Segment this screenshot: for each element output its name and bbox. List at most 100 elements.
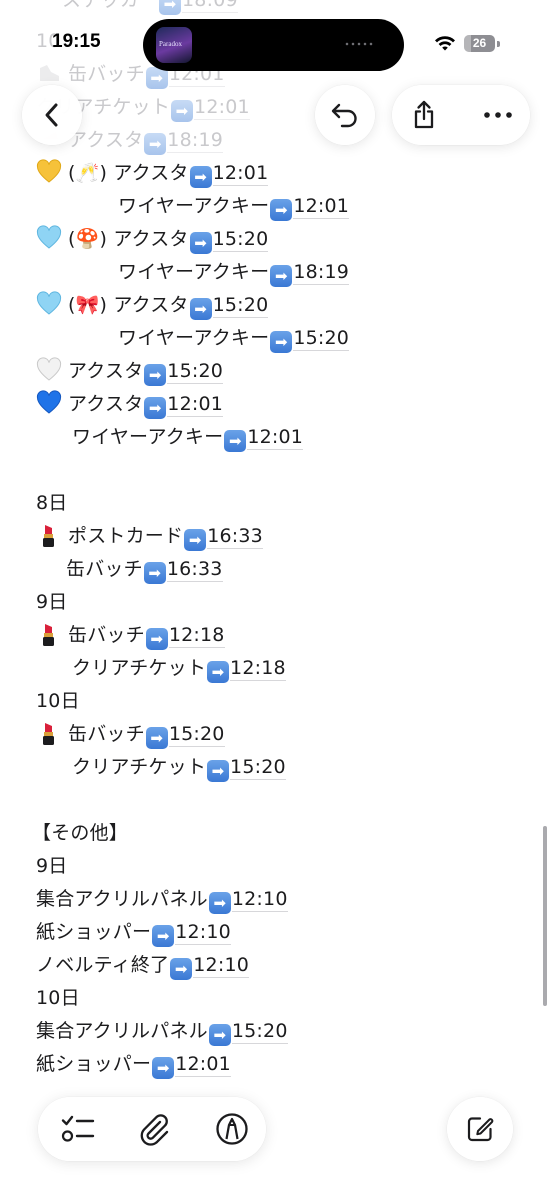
note-line-text: ワイヤーアクキー: [118, 195, 270, 217]
time-link[interactable]: 15:20: [293, 327, 350, 351]
white-heart-icon: [36, 357, 62, 383]
note-line[interactable]: 10日: [36, 982, 80, 1015]
time-link[interactable]: 15:20: [167, 360, 224, 384]
note-line[interactable]: アクスタ ➡ 15:20: [36, 355, 224, 388]
note-line[interactable]: (🎀) アクスタ ➡ 15:20: [36, 289, 269, 322]
note-line[interactable]: 缶バッチ ➡ 12:18: [36, 619, 225, 652]
battery-percentage: 26: [472, 36, 487, 50]
note-line[interactable]: クリアチケット ➡ 15:20: [72, 751, 286, 784]
note-line-text: 8日: [36, 492, 68, 514]
time-link[interactable]: 18:09: [182, 0, 238, 13]
right-arrow-icon: ➡: [207, 661, 230, 683]
right-arrow-icon: ➡: [184, 529, 207, 551]
time-link[interactable]: 12:01: [293, 195, 350, 219]
note-line-text: 紙ショッパー: [36, 921, 152, 943]
time-link[interactable]: 18:19: [167, 129, 224, 153]
top-action-group: [392, 85, 530, 145]
note-line[interactable]: 紙ショッパー ➡ 12:01: [36, 1048, 231, 1081]
note-line-text: ノベルティ終了: [36, 954, 170, 976]
note-line[interactable]: (🥂) アクスタ ➡ 12:01: [36, 157, 269, 190]
shoe-icon: [36, 60, 62, 86]
markup-button[interactable]: [200, 1097, 264, 1161]
time-link[interactable]: 12:10: [175, 921, 231, 945]
share-button[interactable]: [392, 85, 456, 145]
time-link[interactable]: 12:18: [168, 624, 225, 648]
time-link[interactable]: 12:01: [194, 96, 250, 120]
right-arrow-icon: ➡: [270, 265, 293, 287]
time-link[interactable]: 15:20: [230, 756, 286, 780]
note-line[interactable]: 9日: [36, 586, 68, 619]
note-line[interactable]: 紙ショッパー ➡ 12:10: [36, 916, 231, 949]
note-line[interactable]: 集合アクリルパネル ➡ 12:10: [36, 883, 288, 916]
compose-icon: [467, 1117, 494, 1142]
time-link[interactable]: 12:01: [175, 1053, 231, 1077]
note-line-text: 紙ショッパー: [36, 1053, 152, 1075]
note-line[interactable]: 8日: [36, 487, 68, 520]
note-line[interactable]: ワイヤーアクキー ➡ 12:01: [118, 190, 350, 223]
note-line[interactable]: クリアチケット ➡ 12:18: [72, 652, 286, 685]
lipstick-icon: [36, 522, 62, 548]
right-arrow-icon: ➡: [208, 892, 231, 914]
right-arrow-icon: ➡: [159, 0, 182, 15]
note-line[interactable]: 10日: [36, 685, 80, 718]
right-arrow-icon: ➡: [144, 364, 167, 386]
note-line-text: (🎀) アクスタ: [68, 294, 189, 316]
time-link[interactable]: 15:20: [212, 228, 269, 252]
right-arrow-icon: ➡: [170, 958, 193, 980]
time-link[interactable]: 12:01: [212, 162, 269, 186]
note-line[interactable]: 9日: [36, 850, 68, 883]
right-arrow-icon: ➡: [189, 166, 212, 188]
time-link[interactable]: 15:20: [231, 1020, 288, 1044]
note-line[interactable]: ノベルティ終了 ➡ 12:10: [36, 949, 250, 982]
time-link[interactable]: 12:01: [247, 426, 304, 450]
note-line[interactable]: ポストカード ➡ 16:33: [36, 520, 263, 553]
note-line[interactable]: 【その他】: [32, 817, 128, 850]
right-arrow-icon: ➡: [224, 430, 247, 452]
checklist-button[interactable]: [46, 1097, 110, 1161]
more-button[interactable]: [466, 85, 530, 145]
note-line[interactable]: 集合アクリルパネル ➡ 15:20: [36, 1015, 288, 1048]
note-line-text: 9日: [36, 591, 68, 613]
compose-button[interactable]: [447, 1097, 513, 1161]
note-line[interactable]: アクスタ ➡ 12:01: [36, 388, 224, 421]
checklist-icon: [61, 1115, 95, 1142]
time-link[interactable]: 15:20: [212, 294, 269, 318]
note-line[interactable]: 缶バッチ ➡ 16:33: [66, 553, 223, 586]
right-arrow-icon: ➡: [145, 628, 168, 650]
note-line[interactable]: ステッカー ➡ 18:09: [62, 0, 238, 17]
time-link[interactable]: 16:33: [207, 525, 263, 549]
note-line[interactable]: ワイヤーアクキー ➡ 12:01: [72, 421, 304, 454]
note-line-text: アクスタ: [68, 393, 144, 415]
note-line-text: アクスタ: [68, 129, 144, 151]
time-link[interactable]: 15:20: [168, 723, 225, 747]
time-link[interactable]: 12:18: [230, 657, 286, 681]
share-icon: [414, 100, 434, 129]
attachment-button[interactable]: [122, 1097, 186, 1161]
time-link[interactable]: 12:10: [231, 888, 288, 912]
undo-button[interactable]: [315, 85, 375, 145]
battery-cap: [497, 41, 500, 47]
note-line[interactable]: (🍄) アクスタ ➡ 15:20: [36, 223, 269, 256]
right-arrow-icon: ➡: [189, 232, 212, 254]
dynamic-island[interactable]: Paradox: [143, 19, 404, 71]
scrollbar[interactable]: [543, 826, 547, 1006]
note-line-text: 【その他】: [32, 822, 129, 844]
time-link[interactable]: 12:01: [167, 393, 224, 417]
note-body[interactable]: ステッカー ➡ 18:09 10 缶バッチ ➡ 12:01 クリアチケット ➡ 12:01 アクスタ…: [0, 0, 552, 1200]
note-line[interactable]: ワイヤーアクキー ➡ 15:20: [118, 322, 350, 355]
note-line-text: 缶バッチ: [68, 723, 145, 745]
right-arrow-icon: ➡: [208, 1024, 231, 1046]
note-line[interactable]: ワイヤーアクキー ➡ 18:19: [118, 256, 350, 289]
note-line[interactable]: 缶バッチ ➡ 15:20: [36, 718, 225, 751]
note-line-text: 10日: [36, 987, 80, 1009]
waveform-dots-icon: [344, 41, 374, 47]
time-link[interactable]: 12:10: [193, 954, 250, 978]
note-line-text: ワイヤーアクキー: [72, 426, 224, 448]
right-arrow-icon: ➡: [152, 1057, 175, 1079]
right-arrow-icon: ➡: [152, 925, 175, 947]
right-arrow-icon: ➡: [144, 133, 167, 155]
note-line-text: 10日: [36, 690, 80, 712]
time-link[interactable]: 16:33: [166, 558, 223, 582]
back-button[interactable]: [22, 85, 82, 145]
time-link[interactable]: 18:19: [293, 261, 350, 285]
